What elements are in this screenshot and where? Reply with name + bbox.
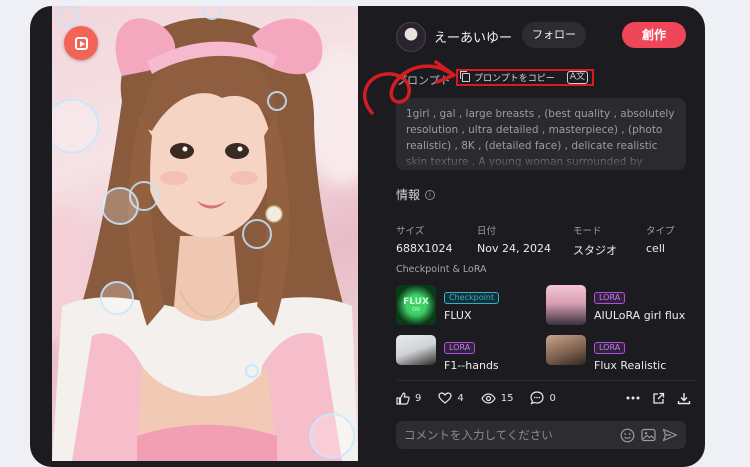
meta-value: Nov 24, 2024	[477, 242, 551, 255]
stats-bar: 9 4 15 0	[396, 388, 691, 408]
model-meta: Checkpoint FLUX	[444, 285, 500, 322]
meta-size: サイズ 688X1024	[396, 223, 453, 255]
meta-key: モード	[573, 226, 602, 237]
lora-tag: LORA	[594, 292, 626, 304]
thumb-subtext: ON	[412, 307, 420, 313]
favorite-count: 4	[457, 392, 464, 404]
translate-icon[interactable]: A文	[566, 71, 588, 84]
model-item-flux-realistic[interactable]: LORA Flux Realistic	[546, 335, 666, 372]
thumb-text: FLUX	[403, 297, 429, 307]
model-item-aiulora[interactable]: LORA AIULoRA girl flux	[546, 285, 685, 325]
meta-date: 日付 Nov 24, 2024	[477, 223, 551, 255]
info-section-title: 情報 i	[396, 186, 436, 203]
model-thumbnail: FLUX ON	[396, 285, 436, 325]
model-name: Flux Realistic	[594, 359, 667, 372]
copy-icon	[460, 71, 470, 82]
model-meta: LORA AIULoRA girl flux	[594, 285, 685, 322]
model-name: AIULoRA girl flux	[594, 309, 686, 322]
meta-value: cell	[646, 242, 665, 255]
info-icon[interactable]: i	[425, 189, 436, 200]
post-detail-card: えーあいゆー フォロー 創作 プロンプト プロンプトをコピー A文 1girl …	[30, 6, 705, 467]
meta-value: スタジオ	[573, 244, 617, 257]
model-thumbnail	[396, 335, 436, 365]
emoji-icon[interactable]	[620, 428, 635, 443]
model-name: FLUX	[444, 309, 472, 322]
like-count: 9	[415, 392, 422, 404]
comment-bar	[396, 421, 686, 449]
meta-value: 688X1024	[396, 242, 453, 255]
meta-key: サイズ	[396, 226, 425, 237]
send-icon[interactable]	[662, 428, 678, 442]
meta-key: タイプ	[646, 226, 675, 237]
post-info-panel: えーあいゆー フォロー 創作 プロンプト プロンプトをコピー A文 1girl …	[396, 6, 696, 467]
prompt-text-box[interactable]: 1girl , gal , large breasts , (best qual…	[396, 98, 686, 170]
comment-input[interactable]	[404, 428, 620, 442]
model-thumbnail	[546, 335, 586, 365]
prompt-label: プロンプト	[396, 74, 451, 87]
views-stat: 15	[481, 392, 514, 404]
create-button[interactable]: 創作	[622, 22, 686, 48]
prompt-fade	[396, 152, 686, 170]
info-title: 情報	[396, 188, 421, 202]
follow-button[interactable]: フォロー	[522, 22, 586, 48]
share-icon[interactable]	[652, 392, 665, 405]
meta-mode: モード スタジオ	[573, 223, 617, 258]
model-item-flux[interactable]: FLUX ON Checkpoint FLUX	[396, 285, 500, 325]
avatar[interactable]	[396, 22, 426, 52]
video-icon[interactable]	[64, 26, 98, 60]
image-icon[interactable]	[641, 428, 656, 442]
divider	[396, 380, 696, 381]
model-item-f1-hands[interactable]: LORA F1--hands	[396, 335, 499, 372]
comment-icon	[530, 391, 545, 405]
comments-count: 0	[549, 392, 556, 404]
checkpoint-tag: Checkpoint	[444, 292, 500, 304]
comment-tools	[620, 428, 678, 443]
copy-prompt-button[interactable]: プロンプトをコピー A文	[456, 69, 594, 86]
model-name: F1--hands	[444, 359, 499, 372]
views-count: 15	[500, 392, 514, 404]
portrait-illustration	[52, 6, 358, 461]
like-button[interactable]: 9	[396, 391, 422, 405]
lora-tag: LORA	[594, 342, 626, 354]
copy-prompt-label: プロンプトをコピー	[474, 74, 555, 84]
meta-key: 日付	[477, 226, 497, 237]
meta-type: タイプ cell	[646, 223, 675, 255]
heart-icon	[438, 392, 452, 404]
eye-icon	[481, 392, 496, 404]
model-thumbnail	[546, 285, 586, 325]
models-section-title: Checkpoint & LoRA	[396, 264, 487, 275]
post-image[interactable]	[52, 6, 358, 461]
post-actions	[626, 392, 691, 405]
thumbs-up-icon	[396, 391, 410, 405]
more-icon[interactable]	[626, 396, 640, 400]
username[interactable]: えーあいゆー	[434, 27, 512, 46]
model-meta: LORA F1--hands	[444, 335, 499, 372]
comments-button[interactable]: 0	[530, 391, 556, 405]
lora-tag: LORA	[444, 342, 476, 354]
download-icon[interactable]	[677, 392, 691, 405]
model-meta: LORA Flux Realistic	[594, 335, 666, 372]
favorite-button[interactable]: 4	[438, 392, 464, 404]
